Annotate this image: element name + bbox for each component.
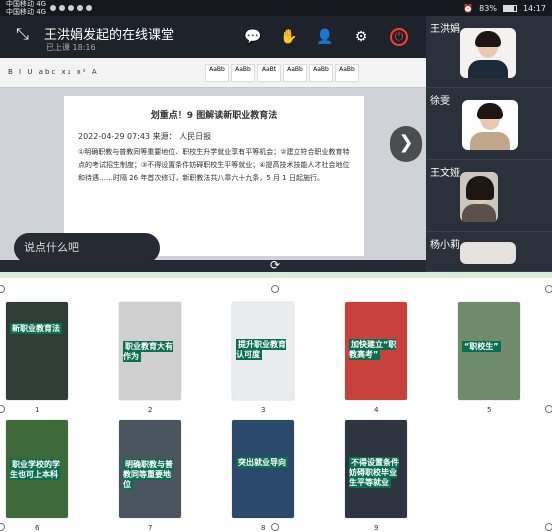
doc-headline: 划重点！9 图解读新职业教育法 [150,111,278,121]
thumbnail-headline: 职业学校的学生也可上本科 [10,459,60,480]
participant-video [460,28,516,78]
carrier-info: 中国移动 4G 中国移动 4G [6,0,47,16]
thumbnail-number: 1 [35,406,40,414]
resize-handle[interactable] [271,523,279,531]
thumbnail-image[interactable]: 新职业教育法 [6,302,68,400]
image-thumbnail-panel: 新职业教育法 1 职业教育大有作为 2 提升职业教育认可度 3 加快建立“职教高考” 4 “职校… [0,272,552,532]
thumbnail-number: 7 [148,524,153,532]
classroom-title: 王洪娟发起的在线课堂 [44,28,175,43]
raise-hand-icon[interactable]: ✋ [278,26,300,48]
participant-name: 徐雯 [430,96,450,107]
thumbnail-image[interactable]: 提升职业教育认可度 [232,302,294,400]
thumbnail-image[interactable]: 加快建立“职教高考” [345,302,407,400]
thumbnail-headline: 不得设置条件妨碍职校毕业生平等就业 [349,457,399,488]
thumbnail-number: 9 [374,524,379,532]
participant-name: 王洪娟 [430,24,460,35]
rotate-icon[interactable]: ⟳ [268,258,282,272]
participant-tile[interactable]: 王文娅 [426,160,552,232]
participant-tile[interactable]: 徐雯 [426,88,552,160]
resize-handle[interactable] [545,405,552,413]
thumbnail-image[interactable]: 不得设置条件妨碍职校毕业生平等就业 [345,420,407,518]
class-timer: 已上课 18:16 [46,43,96,52]
thumbnail-number: 4 [374,406,379,414]
shared-document: B I U abc x₂ x² A AaBb AaBb AaBt AaBb AaBb Aa… [0,42,426,260]
doc-meta: 2022-04-29 07:43 来源： 人民日报 [78,132,212,141]
status-bar: 中国移动 4G 中国移动 4G ⏰ 83% 14:17 [0,0,552,16]
clock: 14:17 [522,3,546,13]
classroom-view: B I U abc x₂ x² A AaBb AaBb AaBt AaBb AaBb Aa… [0,16,552,272]
thumbnail-headline: “职校生” [462,341,501,352]
thumbnail-headline: 加快建立“职教高考” [349,339,397,360]
participant-video [462,100,518,150]
thumbnail-headline: 明确职教与普教同等重要地位 [123,459,173,490]
doc-page: 划重点！9 图解读新职业教育法 2022-04-29 07:43 来源： 人民日… [64,96,364,256]
thumbnail-image[interactable]: 明确职教与普教同等重要地位 [119,420,181,518]
alarm-icon: ⏰ [463,3,474,13]
thumbnail-image[interactable]: 突出就业导向 [232,420,294,518]
settings-icon[interactable]: ⚙ [350,26,372,48]
collapse-icon[interactable]: ⤡ [16,24,29,44]
next-page-button[interactable]: ❯ [390,126,422,162]
notification-icons [50,5,93,11]
classroom-titlebar: ⤡ 王洪娟发起的在线课堂 已上课 18:16 💬 ✋ 👤 ⚙ ⏻ [0,16,426,58]
participant-name: 杨小莉 [430,240,460,251]
participant-name: 王文娅 [430,168,460,179]
participant-list: 王洪娟 徐雯 王文娅 杨小莉 [426,16,552,272]
thumbnail-image[interactable]: 职业学校的学生也可上本科 [6,420,68,518]
thumbnail-number: 8 [261,524,266,532]
thumbnail-number: 6 [35,524,40,532]
thumbnail-image[interactable]: “职校生” [458,302,520,400]
chat-icon[interactable]: 💬 [242,26,264,48]
resize-handle[interactable] [0,523,5,531]
chevron-right-icon: ❯ [398,132,414,153]
resize-handle[interactable] [545,523,552,531]
participant-tile[interactable]: 王洪娟 [426,16,552,88]
format-toolbar: B I U abc x₂ x² A [8,68,99,76]
chat-input[interactable]: 说点什么吧 [14,233,160,263]
battery-icon [502,4,517,12]
thumbnail-headline: 突出就业导向 [236,457,288,468]
participant-tile[interactable]: 杨小莉 [426,232,552,272]
thumbnail-image[interactable]: 职业教育大有作为 [119,302,181,400]
participant-video [460,172,498,222]
thumbnail-number: 2 [148,406,153,414]
leave-class-icon[interactable]: ⏻ [390,28,408,46]
resize-handle[interactable] [545,285,552,293]
doc-paragraph: ①明确职教与普教同等重要地位、职校生升学就业享有平等机会；②建立符合职业教育特点… [78,148,350,182]
thumbnail-number: 3 [261,406,266,414]
thumbnail-headline: 提升职业教育认可度 [236,339,286,360]
thumbnail-number: 5 [487,406,492,414]
participant-video [460,242,516,264]
thumbnail-headline: 新职业教育法 [10,323,62,334]
style-gallery: AaBb AaBb AaBt AaBb AaBb AaBb [205,64,359,82]
resize-handle[interactable] [271,285,279,293]
battery-level: 83% [479,3,497,13]
thumbnail-headline: 职业教育大有作为 [123,341,173,362]
user-icon[interactable]: 👤 [314,26,336,48]
